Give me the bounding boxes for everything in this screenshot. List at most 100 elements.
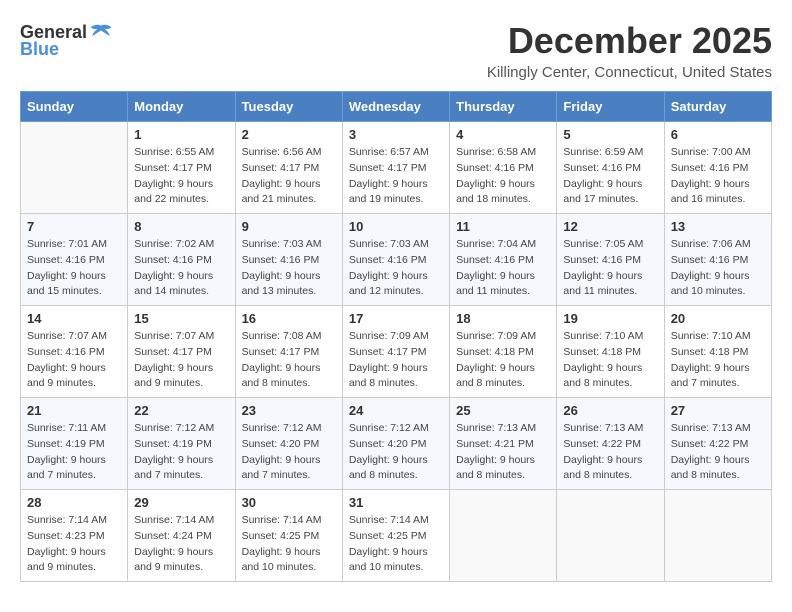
day-number: 18	[456, 311, 550, 326]
calendar-cell	[21, 122, 128, 214]
day-info: Sunrise: 7:09 AM Sunset: 4:17 PM Dayligh…	[349, 329, 443, 392]
day-info: Sunrise: 7:05 AM Sunset: 4:16 PM Dayligh…	[563, 237, 657, 300]
day-info: Sunrise: 7:11 AM Sunset: 4:19 PM Dayligh…	[27, 421, 121, 484]
calendar-cell	[664, 490, 771, 582]
calendar-cell: 2Sunrise: 6:56 AM Sunset: 4:17 PM Daylig…	[235, 122, 342, 214]
calendar-cell: 3 Sunrise: 6:57 AM Sunset: 4:17 PM Daylig…	[342, 122, 449, 214]
day-info: Sunrise: 7:03 AM Sunset: 4:16 PM Dayligh…	[242, 237, 336, 300]
day-number: 10	[349, 219, 443, 234]
calendar-cell: 12 Sunrise: 7:05 AM Sunset: 4:16 PM Dayli…	[557, 214, 664, 306]
day-number: 1	[134, 127, 228, 142]
calendar-cell: 21 Sunrise: 7:11 AM Sunset: 4:19 PM Dayli…	[21, 398, 128, 490]
weekday-header: Monday	[128, 92, 235, 122]
day-number: 17	[349, 311, 443, 326]
day-info: Sunrise: 7:03 AM Sunset: 4:16 PM Dayligh…	[349, 237, 443, 300]
calendar-cell: 10 Sunrise: 7:03 AM Sunset: 4:16 PM Dayli…	[342, 214, 449, 306]
day-info: Sunrise: 6:55 AM Sunset: 4:17 PM Dayligh…	[134, 145, 228, 208]
calendar-cell: 15Sunrise: 7:07 AM Sunset: 4:17 PM Dayli…	[128, 306, 235, 398]
calendar-cell: 23 Sunrise: 7:12 AM Sunset: 4:20 PM Dayli…	[235, 398, 342, 490]
day-number: 8	[134, 219, 228, 234]
day-number: 19	[563, 311, 657, 326]
day-number: 14	[27, 311, 121, 326]
location-title: Killingly Center, Connecticut, United St…	[487, 64, 772, 81]
calendar-cell	[557, 490, 664, 582]
day-number: 11	[456, 219, 550, 234]
day-info: Sunrise: 7:07 AM Sunset: 4:17 PM Dayligh…	[134, 329, 228, 392]
day-info: Sunrise: 6:59 AM Sunset: 4:16 PM Dayligh…	[563, 145, 657, 208]
day-info: Sunrise: 7:14 AM Sunset: 4:25 PM Dayligh…	[349, 513, 443, 576]
day-number: 25	[456, 403, 550, 418]
weekday-header: Tuesday	[235, 92, 342, 122]
day-number: 29	[134, 495, 228, 510]
day-info: Sunrise: 7:09 AM Sunset: 4:18 PM Dayligh…	[456, 329, 550, 392]
calendar-cell: 4 Sunrise: 6:58 AM Sunset: 4:16 PM Daylig…	[450, 122, 557, 214]
calendar-cell: 5 Sunrise: 6:59 AM Sunset: 4:16 PM Daylig…	[557, 122, 664, 214]
calendar-cell: 16 Sunrise: 7:08 AM Sunset: 4:17 PM Dayli…	[235, 306, 342, 398]
calendar-cell: 22 Sunrise: 7:12 AM Sunset: 4:19 PM Dayli…	[128, 398, 235, 490]
calendar-cell: 30 Sunrise: 7:14 AM Sunset: 4:25 PM Dayli…	[235, 490, 342, 582]
weekday-header: Friday	[557, 92, 664, 122]
calendar-cell: 26Sunrise: 7:13 AM Sunset: 4:22 PM Dayli…	[557, 398, 664, 490]
logo: General Blue	[20, 20, 113, 58]
title-area: December 2025 Killingly Center, Connecti…	[487, 20, 772, 81]
calendar-cell: 13Sunrise: 7:06 AM Sunset: 4:16 PM Dayli…	[664, 214, 771, 306]
day-number: 28	[27, 495, 121, 510]
calendar-cell: 7 Sunrise: 7:01 AM Sunset: 4:16 PM Daylig…	[21, 214, 128, 306]
day-info: Sunrise: 7:00 AM Sunset: 4:16 PM Dayligh…	[671, 145, 765, 208]
day-info: Sunrise: 7:14 AM Sunset: 4:24 PM Dayligh…	[134, 513, 228, 576]
calendar-week-row: 1 Sunrise: 6:55 AM Sunset: 4:17 PM Daylig…	[21, 122, 772, 214]
day-info: Sunrise: 6:57 AM Sunset: 4:17 PM Dayligh…	[349, 145, 443, 208]
day-number: 23	[242, 403, 336, 418]
calendar-cell: 14 Sunrise: 7:07 AM Sunset: 4:16 PM Dayli…	[21, 306, 128, 398]
month-title: December 2025	[487, 20, 772, 62]
calendar-cell: 20 Sunrise: 7:10 AM Sunset: 4:18 PM Dayli…	[664, 306, 771, 398]
calendar-cell: 27Sunrise: 7:13 AM Sunset: 4:22 PM Dayli…	[664, 398, 771, 490]
day-number: 4	[456, 127, 550, 142]
calendar-cell: 25Sunrise: 7:13 AM Sunset: 4:21 PM Dayli…	[450, 398, 557, 490]
day-number: 12	[563, 219, 657, 234]
day-number: 24	[349, 403, 443, 418]
day-info: Sunrise: 7:10 AM Sunset: 4:18 PM Dayligh…	[671, 329, 765, 392]
day-info: Sunrise: 7:02 AM Sunset: 4:16 PM Dayligh…	[134, 237, 228, 300]
day-info: Sunrise: 7:08 AM Sunset: 4:17 PM Dayligh…	[242, 329, 336, 392]
day-info: Sunrise: 7:12 AM Sunset: 4:20 PM Dayligh…	[242, 421, 336, 484]
day-number: 22	[134, 403, 228, 418]
page-header: General Blue December 2025 Killingly Cen…	[20, 20, 772, 81]
calendar-cell: 8 Sunrise: 7:02 AM Sunset: 4:16 PM Daylig…	[128, 214, 235, 306]
calendar-cell: 6Sunrise: 7:00 AM Sunset: 4:16 PM Daylig…	[664, 122, 771, 214]
day-number: 20	[671, 311, 765, 326]
day-number: 30	[242, 495, 336, 510]
weekday-header: Thursday	[450, 92, 557, 122]
calendar-cell: 29 Sunrise: 7:14 AM Sunset: 4:24 PM Dayli…	[128, 490, 235, 582]
day-number: 5	[563, 127, 657, 142]
calendar-week-row: 14 Sunrise: 7:07 AM Sunset: 4:16 PM Dayli…	[21, 306, 772, 398]
day-info: Sunrise: 7:10 AM Sunset: 4:18 PM Dayligh…	[563, 329, 657, 392]
day-number: 21	[27, 403, 121, 418]
day-number: 9	[242, 219, 336, 234]
calendar-table: SundayMondayTuesdayWednesdayThursdayFrid…	[20, 91, 772, 582]
logo-bird-icon	[89, 20, 113, 44]
calendar-cell: 1 Sunrise: 6:55 AM Sunset: 4:17 PM Daylig…	[128, 122, 235, 214]
day-info: Sunrise: 6:56 AM Sunset: 4:17 PM Dayligh…	[242, 145, 336, 208]
day-number: 16	[242, 311, 336, 326]
day-number: 31	[349, 495, 443, 510]
calendar-cell: 9 Sunrise: 7:03 AM Sunset: 4:16 PM Daylig…	[235, 214, 342, 306]
calendar-cell: 28Sunrise: 7:14 AM Sunset: 4:23 PM Dayli…	[21, 490, 128, 582]
day-info: Sunrise: 7:13 AM Sunset: 4:22 PM Dayligh…	[563, 421, 657, 484]
calendar-week-row: 21 Sunrise: 7:11 AM Sunset: 4:19 PM Dayli…	[21, 398, 772, 490]
calendar-header-row: SundayMondayTuesdayWednesdayThursdayFrid…	[21, 92, 772, 122]
day-info: Sunrise: 7:13 AM Sunset: 4:22 PM Dayligh…	[671, 421, 765, 484]
calendar-cell: 17 Sunrise: 7:09 AM Sunset: 4:17 PM Dayli…	[342, 306, 449, 398]
day-info: Sunrise: 7:14 AM Sunset: 4:25 PM Dayligh…	[242, 513, 336, 576]
calendar-cell: 31 Sunrise: 7:14 AM Sunset: 4:25 PM Dayli…	[342, 490, 449, 582]
calendar-week-row: 28Sunrise: 7:14 AM Sunset: 4:23 PM Dayli…	[21, 490, 772, 582]
day-number: 3	[349, 127, 443, 142]
day-info: Sunrise: 7:07 AM Sunset: 4:16 PM Dayligh…	[27, 329, 121, 392]
calendar-week-row: 7 Sunrise: 7:01 AM Sunset: 4:16 PM Daylig…	[21, 214, 772, 306]
day-info: Sunrise: 6:58 AM Sunset: 4:16 PM Dayligh…	[456, 145, 550, 208]
day-info: Sunrise: 7:12 AM Sunset: 4:19 PM Dayligh…	[134, 421, 228, 484]
calendar-cell	[450, 490, 557, 582]
day-info: Sunrise: 7:01 AM Sunset: 4:16 PM Dayligh…	[27, 237, 121, 300]
weekday-header: Sunday	[21, 92, 128, 122]
day-number: 7	[27, 219, 121, 234]
